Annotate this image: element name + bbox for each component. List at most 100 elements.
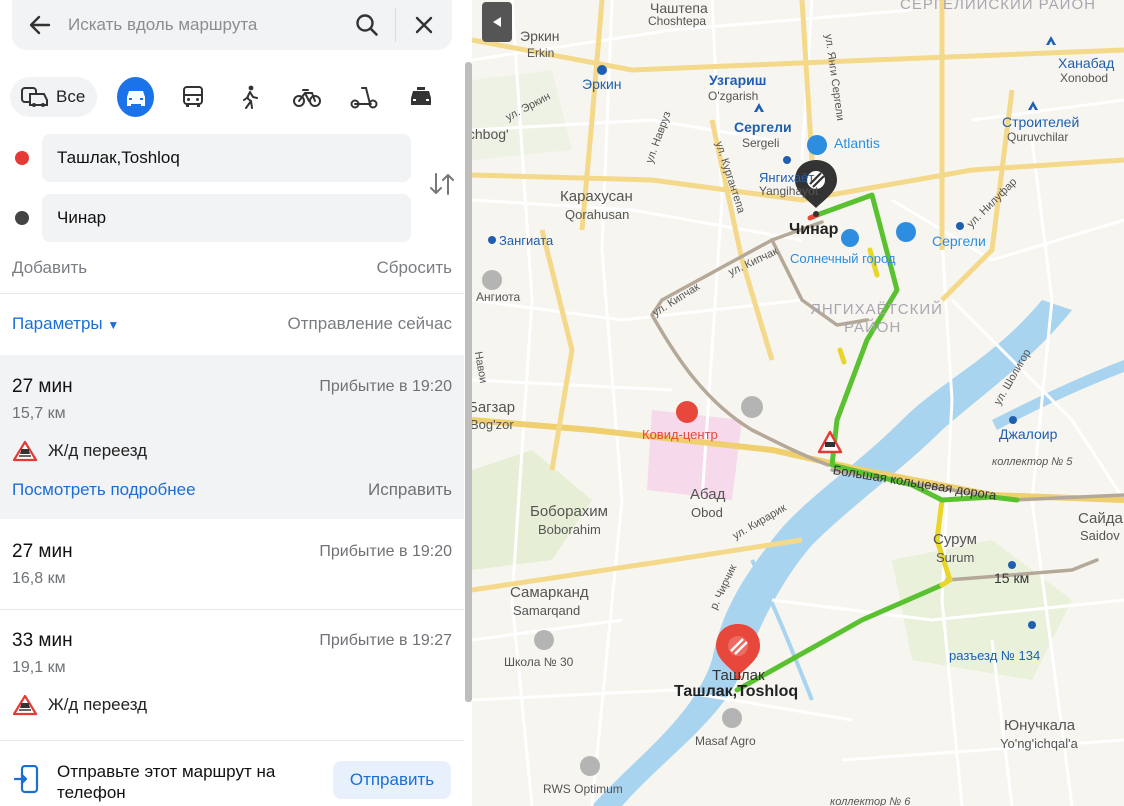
map-place-label: Сайда	[1078, 510, 1123, 527]
route-fix-link[interactable]: Исправить	[368, 480, 452, 500]
waypoint-actions: Добавить Сбросить	[12, 258, 452, 278]
dropdown-triangle-icon: ▼	[107, 318, 120, 332]
search-button[interactable]	[339, 0, 395, 50]
route-time: 33 мин	[12, 630, 73, 651]
transport-modes: Все	[10, 74, 460, 120]
route-details-link[interactable]: Посмотреть подробнее	[12, 480, 196, 500]
map-place-label: Yo'ng'ichqal'a	[1000, 736, 1078, 751]
mode-scooter-button[interactable]	[346, 77, 383, 117]
mode-car-button[interactable]	[117, 77, 155, 117]
back-button[interactable]	[12, 0, 68, 50]
taxi-icon	[411, 87, 432, 105]
search-bar: Искать вдоль маршрута	[12, 0, 452, 50]
map-place-label: Ангиота	[476, 290, 521, 304]
from-dot-icon	[15, 151, 29, 165]
route-option-1[interactable]: 27 мин Прибытие в 19:20 15,7 км Ж/д пере…	[0, 355, 464, 519]
map-poi-label: Atlantis	[834, 135, 880, 151]
search-input[interactable]: Искать вдоль маршрута	[68, 15, 339, 35]
divider	[0, 293, 464, 294]
map-metro-label: Quruvchilar	[1007, 130, 1069, 144]
map-place-label: Ханабад	[1058, 55, 1115, 71]
map-street-label: коллектор № 6	[830, 796, 911, 806]
bicycle-icon	[293, 89, 322, 107]
map-poi-label: Солнечный город	[790, 251, 896, 266]
search-icon	[356, 14, 378, 36]
map-metro-label: Узгариш	[709, 72, 767, 88]
mode-all-button[interactable]: Все	[10, 77, 98, 117]
map-poi-label: RWS Optimum	[543, 782, 623, 796]
mode-all-label: Все	[56, 87, 86, 106]
route-distance: 15,7 км	[12, 405, 66, 422]
map-place-label: Самарканд	[510, 584, 589, 601]
params-button[interactable]: Параметры ▼	[12, 314, 119, 334]
route-distance: 19,1 км	[12, 659, 66, 676]
mode-walk-button[interactable]	[232, 77, 269, 117]
route-panel: Искать вдоль маршрута Все Ташлак,Toshloq…	[0, 0, 472, 806]
route-warning-text: Ж/д переезд	[48, 695, 148, 714]
route-warning: Ж/д переезд	[12, 440, 147, 462]
route-distance: 16,8 км	[12, 570, 66, 587]
map-metro-label: Yangihayot	[759, 184, 819, 198]
map-place-label: Боборахим	[530, 503, 608, 520]
map-district-label: РАЙОН	[844, 319, 902, 336]
map-metro-label: Янгихаёт	[759, 170, 815, 185]
map-poi-label: разъезд № 134	[949, 648, 1041, 663]
map-place-label: Джалоир	[999, 426, 1058, 442]
collapse-panel-button[interactable]	[482, 2, 512, 42]
arrow-left-icon	[29, 15, 51, 35]
app-window: Искать вдоль маршрута Все Ташлак,Toshloq…	[0, 0, 1124, 806]
map-place-label: Караxусан	[560, 188, 633, 205]
map-place-label: Erkin	[527, 46, 555, 60]
to-field[interactable]: Чинар	[42, 194, 411, 242]
close-button[interactable]	[396, 0, 452, 50]
map-distance-label: 15 км	[994, 570, 1030, 586]
map-place-label: Зангиата	[499, 233, 554, 248]
map-district-label: СЕРГЕЛИЙСКИЙ РАЙОН	[900, 0, 1096, 13]
map-place-label: Xonobod	[1060, 71, 1109, 85]
to-dot-icon	[15, 211, 29, 225]
send-button[interactable]: Отправить	[333, 761, 451, 799]
route-warning-text: Ж/д переезд	[48, 441, 148, 460]
map-place-label: Saidov	[1080, 528, 1120, 543]
from-field[interactable]: Ташлак,Toshloq	[42, 134, 411, 182]
route-arrival: Прибытие в 19:20	[319, 378, 452, 395]
route-time: 27 мин	[12, 541, 73, 562]
mode-taxi-button[interactable]	[403, 77, 440, 117]
map-metro-label: Sergeli	[742, 136, 780, 150]
route-warning: Ж/д переезд	[12, 694, 147, 716]
pedestrian-icon	[243, 85, 259, 109]
map-street-label: коллектор № 5	[992, 456, 1073, 468]
send-text: Отправьте этот маршрут на телефон	[57, 762, 276, 802]
add-button[interactable]: Добавить	[12, 258, 87, 278]
map-place-label: Samarqand	[513, 603, 581, 618]
params-label: Параметры	[12, 314, 103, 333]
map-place-label: Boborahim	[538, 522, 601, 537]
route-option-3[interactable]: 33 мин Прибытие в 19:27 19,1 км Ж/д пере…	[0, 610, 464, 740]
params-row: Параметры ▼ Отправление сейчас	[12, 314, 452, 334]
panel-scrollbar[interactable]	[465, 62, 472, 702]
map-origin-label: Ташлак	[712, 667, 765, 684]
bus-icon	[182, 86, 203, 107]
reset-button[interactable]: Сбросить	[376, 258, 452, 278]
swap-button[interactable]	[428, 170, 456, 198]
mode-bike-button[interactable]	[289, 77, 326, 117]
map-poi-label: Masaf Agro	[695, 734, 756, 748]
triangle-left-icon	[493, 17, 501, 27]
map-place-label: Сурум	[933, 531, 977, 548]
map-place-label: Bog'zor	[472, 417, 514, 432]
mode-bus-button[interactable]	[174, 77, 211, 117]
map-view[interactable]: СЕРГЕЛИЙСКИЙ РАЙОН ЯНГИХАЁТСКИЙ РАЙОН Ча…	[472, 0, 1124, 806]
map-place-label: Багзар	[472, 399, 516, 416]
car-icon	[126, 91, 145, 106]
swap-icon	[430, 173, 454, 195]
close-icon	[415, 16, 433, 34]
route-option-2[interactable]: 27 мин Прибытие в 19:20 16,8 км	[0, 519, 464, 609]
phone-send-icon	[14, 765, 39, 794]
map-place-label: Юнучкала	[1004, 717, 1076, 734]
scooter-icon	[350, 87, 378, 109]
map-place-label: Qorahusan	[565, 207, 630, 222]
departure-button[interactable]: Отправление сейчас	[288, 314, 452, 334]
route-time: 27 мин	[12, 376, 73, 397]
railway-crossing-icon	[12, 694, 38, 716]
route-arrival: Прибытие в 19:20	[319, 543, 452, 560]
